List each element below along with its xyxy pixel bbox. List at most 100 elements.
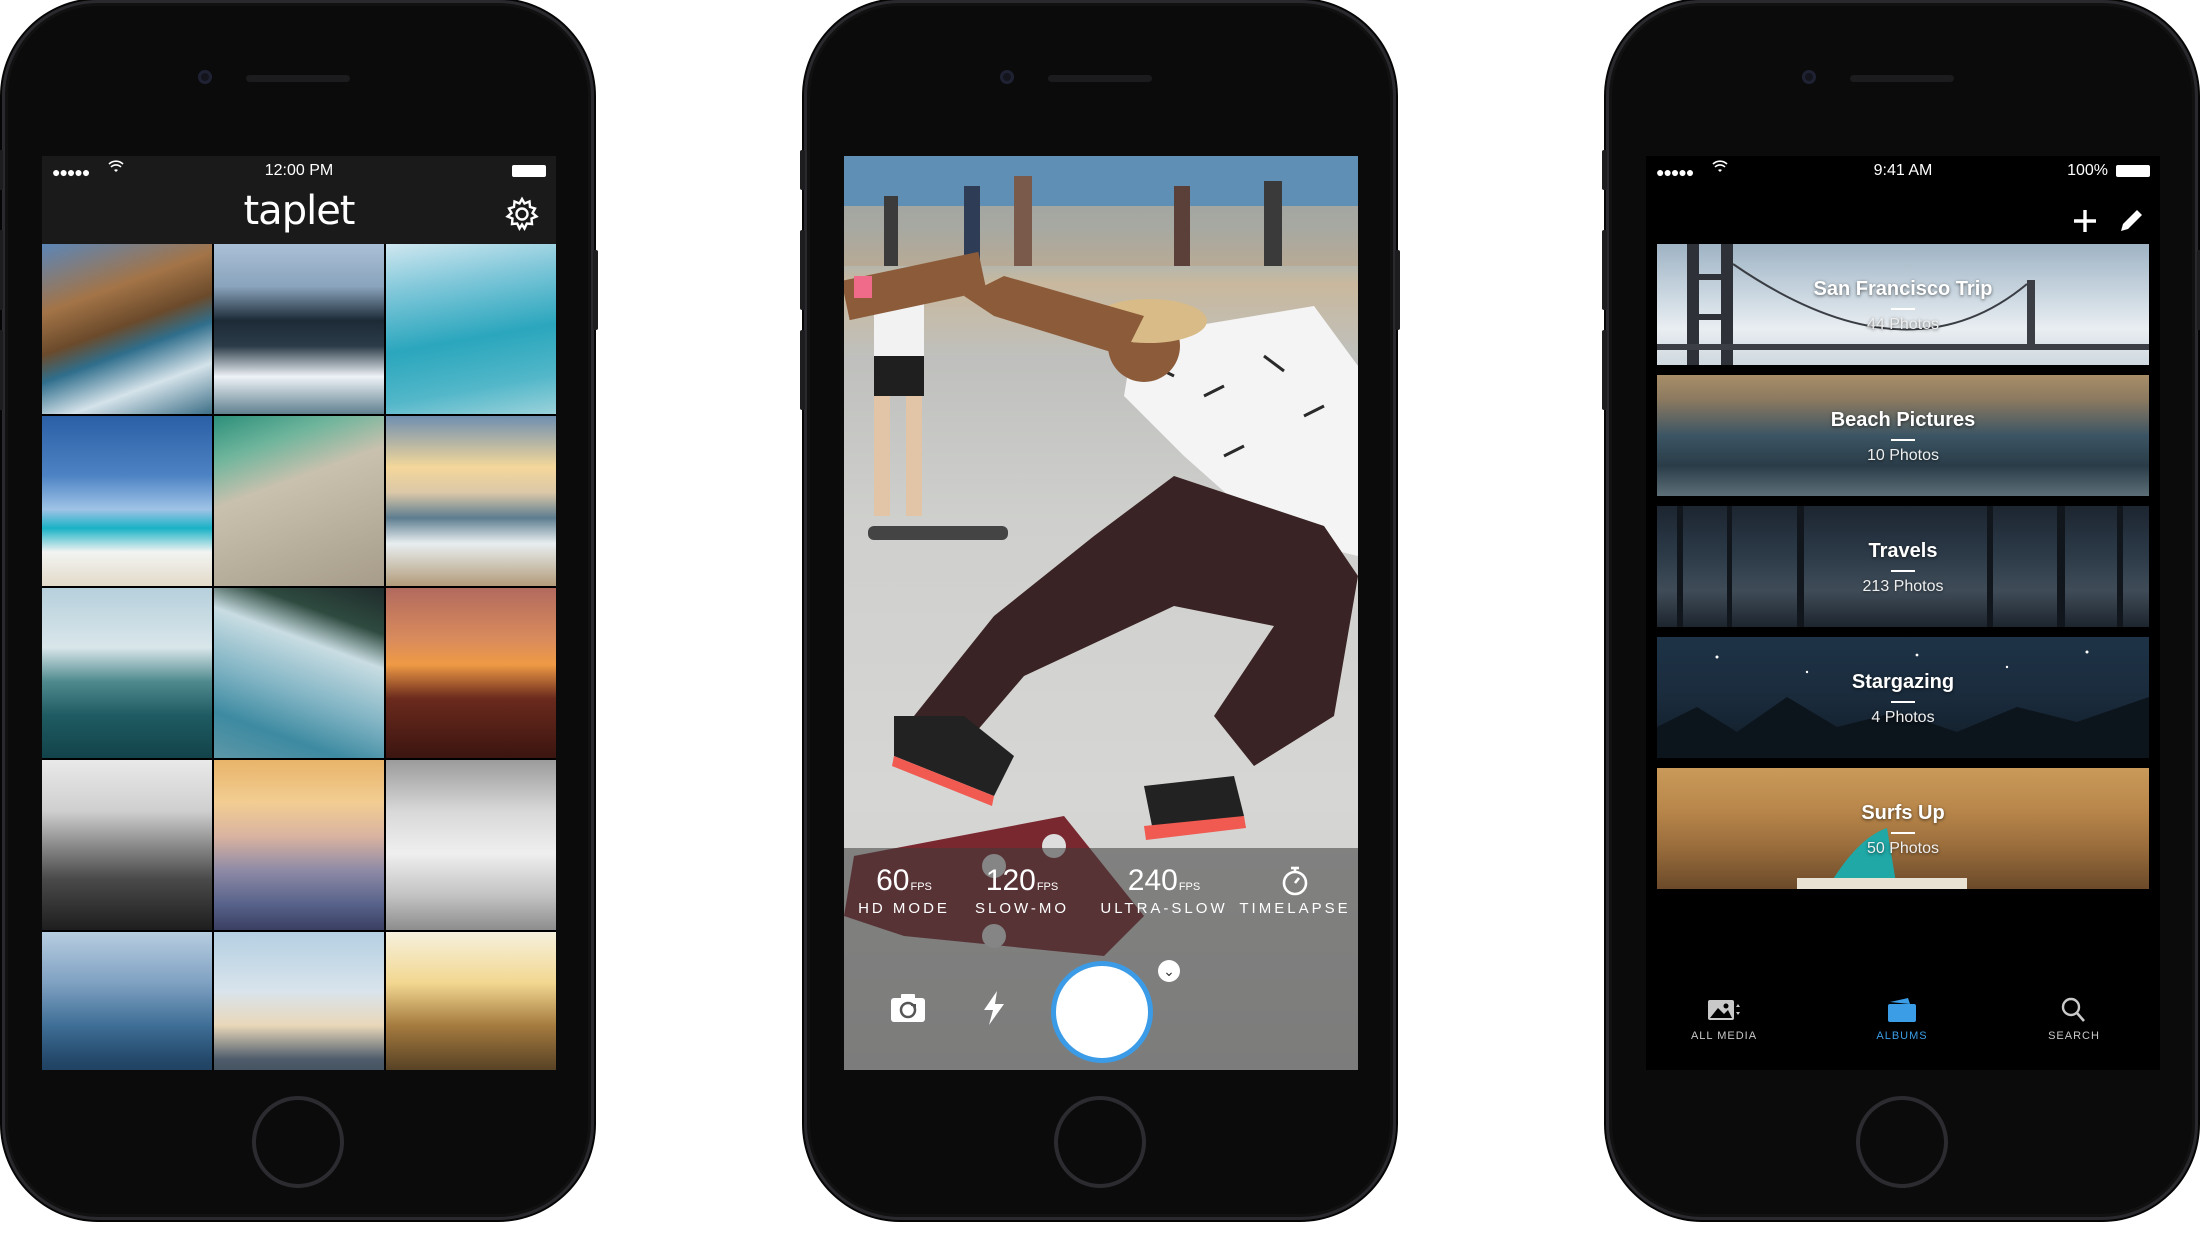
photo-tile[interactable] — [42, 932, 212, 1070]
chevron-down-icon[interactable]: ⌄ — [1158, 960, 1180, 982]
albums-list: San Francisco Trip 44 Photos Beach Pictu… — [1646, 244, 2160, 899]
album-count: 44 Photos — [1866, 316, 1940, 333]
taplet-gallery-screen: ●●●●● 12:00 PM taplet — [42, 156, 556, 1070]
earpiece-speaker — [1850, 75, 1954, 82]
mode-hd[interactable]: 60FPS HD MODE — [854, 864, 954, 917]
tab-albums[interactable]: ALBUMS — [1832, 996, 1972, 1042]
photo-tile[interactable] — [386, 244, 556, 414]
photo-tile[interactable] — [42, 416, 212, 586]
album-title: Stargazing — [1851, 671, 1955, 693]
search-icon — [2061, 997, 2085, 1022]
mode-fps-unit: FPS — [1178, 881, 1201, 893]
photo-grid — [42, 244, 556, 1070]
photo-tile[interactable] — [42, 760, 212, 930]
battery-icon — [512, 165, 546, 177]
front-camera — [1000, 70, 1014, 84]
photo-tile[interactable] — [42, 244, 212, 414]
volume-up-button — [0, 230, 3, 310]
power-button — [593, 250, 598, 330]
album-card[interactable]: Stargazing 4 Photos — [1657, 637, 2149, 758]
mode-ultra-slow[interactable]: 240FPS ULTRA-SLOW — [1094, 864, 1234, 917]
status-bar: ●●●●● 12:00 PM — [42, 156, 556, 184]
volume-down-button — [800, 330, 805, 410]
battery-percent: 100% — [2067, 162, 2108, 179]
album-divider — [1891, 308, 1915, 310]
earpiece-speaker — [1048, 75, 1152, 82]
album-count: 10 Photos — [1866, 447, 1940, 464]
phone-left: ●●●●● 12:00 PM taplet — [0, 0, 598, 1220]
volume-up-button — [1602, 230, 1607, 310]
photo-tile[interactable] — [214, 244, 384, 414]
photo-tile[interactable] — [214, 416, 384, 586]
album-title: Travels — [1868, 540, 1938, 562]
tab-all-media[interactable]: ALL MEDIA — [1654, 996, 1794, 1042]
earpiece-speaker — [246, 75, 350, 82]
album-title: Beach Pictures — [1830, 409, 1976, 431]
camera-screen: 60FPS HD MODE 120FPS SLOW-MO 240FPS ULTR… — [844, 156, 1358, 1070]
switch-camera-icon[interactable] — [888, 988, 928, 1028]
home-button[interactable] — [1856, 1096, 1948, 1188]
album-actions — [2062, 200, 2152, 244]
front-camera — [198, 70, 212, 84]
forest-icon — [1677, 506, 2123, 627]
mode-label: TIMELAPSE — [1239, 900, 1351, 917]
photo-tile[interactable] — [386, 760, 556, 930]
album-count: 50 Photos — [1866, 840, 1940, 857]
mute-switch — [1602, 150, 1607, 190]
mode-label: SLOW-MO — [974, 900, 1070, 917]
tab-label: SEARCH — [2048, 1030, 2100, 1042]
timer-icon — [1282, 866, 1308, 896]
mode-fps-value: 60 — [876, 864, 910, 897]
photo-tile[interactable] — [214, 760, 384, 930]
gear-icon[interactable] — [504, 196, 540, 232]
mode-fps-unit: FPS — [910, 881, 932, 893]
mode-slow-mo[interactable]: 120FPS SLOW-MO — [972, 864, 1072, 917]
status-time: 12:00 PM — [264, 162, 334, 179]
photo-tile[interactable] — [214, 588, 384, 758]
album-card[interactable]: Travels 213 Photos — [1657, 506, 2149, 627]
plus-icon[interactable] — [2070, 206, 2100, 236]
front-camera — [1802, 70, 1816, 84]
album-divider — [1891, 439, 1915, 441]
photo-tile[interactable] — [386, 416, 556, 586]
app-header: taplet — [42, 184, 556, 244]
album-count: 4 Photos — [1871, 709, 1935, 726]
status-bar: ●●●●● 9:41 AM 100% — [1646, 156, 2160, 184]
app-title: taplet — [243, 188, 356, 234]
tab-bar: ALL MEDIA ALBUMS SEARCH — [1646, 980, 2160, 1070]
surfboard-fin-icon — [1797, 828, 1967, 889]
mode-label: ULTRA-SLOW — [1100, 900, 1228, 917]
photo-tile[interactable] — [42, 588, 212, 758]
album-card[interactable]: San Francisco Trip 44 Photos — [1657, 244, 2149, 365]
album-title: Surfs Up — [1861, 802, 1945, 824]
golden-gate-icon — [1657, 244, 2149, 365]
home-button[interactable] — [1054, 1096, 1146, 1188]
album-card[interactable]: Surfs Up 50 Photos — [1657, 768, 2149, 889]
flash-icon[interactable] — [974, 988, 1014, 1028]
photo-tile[interactable] — [214, 932, 384, 1070]
phone-center: 60FPS HD MODE 120FPS SLOW-MO 240FPS ULTR… — [800, 0, 1400, 1220]
battery-icon — [2116, 165, 2150, 177]
phone-right: ●●●●● 9:41 AM 100% San Francisco Trip 44… — [1602, 0, 2200, 1220]
album-count: 213 Photos — [1862, 578, 1944, 595]
tab-label: ALBUMS — [1876, 1030, 1928, 1042]
volume-down-button — [0, 330, 3, 410]
photo-tile[interactable] — [386, 932, 556, 1070]
power-button — [1395, 250, 1400, 330]
tab-search[interactable]: SEARCH — [2004, 996, 2144, 1042]
albums-screen: ●●●●● 9:41 AM 100% San Francisco Trip 44… — [1646, 156, 2160, 1070]
mode-label: HD MODE — [858, 900, 950, 917]
home-button[interactable] — [252, 1096, 344, 1188]
shutter-button[interactable] — [1056, 966, 1148, 1058]
volume-up-button — [800, 230, 805, 310]
volume-down-button — [1602, 330, 1607, 410]
pencil-icon[interactable] — [2116, 206, 2146, 236]
mute-switch — [0, 150, 3, 190]
tab-label: ALL MEDIA — [1690, 1030, 1758, 1042]
albums-icon — [1888, 998, 1916, 1022]
mode-fps-value: 120 — [985, 864, 1036, 897]
album-card[interactable]: Beach Pictures 10 Photos — [1657, 375, 2149, 496]
mode-timelapse[interactable]: TIMELAPSE — [1236, 864, 1354, 917]
mode-fps-value: 240 — [1127, 864, 1178, 897]
photo-tile[interactable] — [386, 588, 556, 758]
